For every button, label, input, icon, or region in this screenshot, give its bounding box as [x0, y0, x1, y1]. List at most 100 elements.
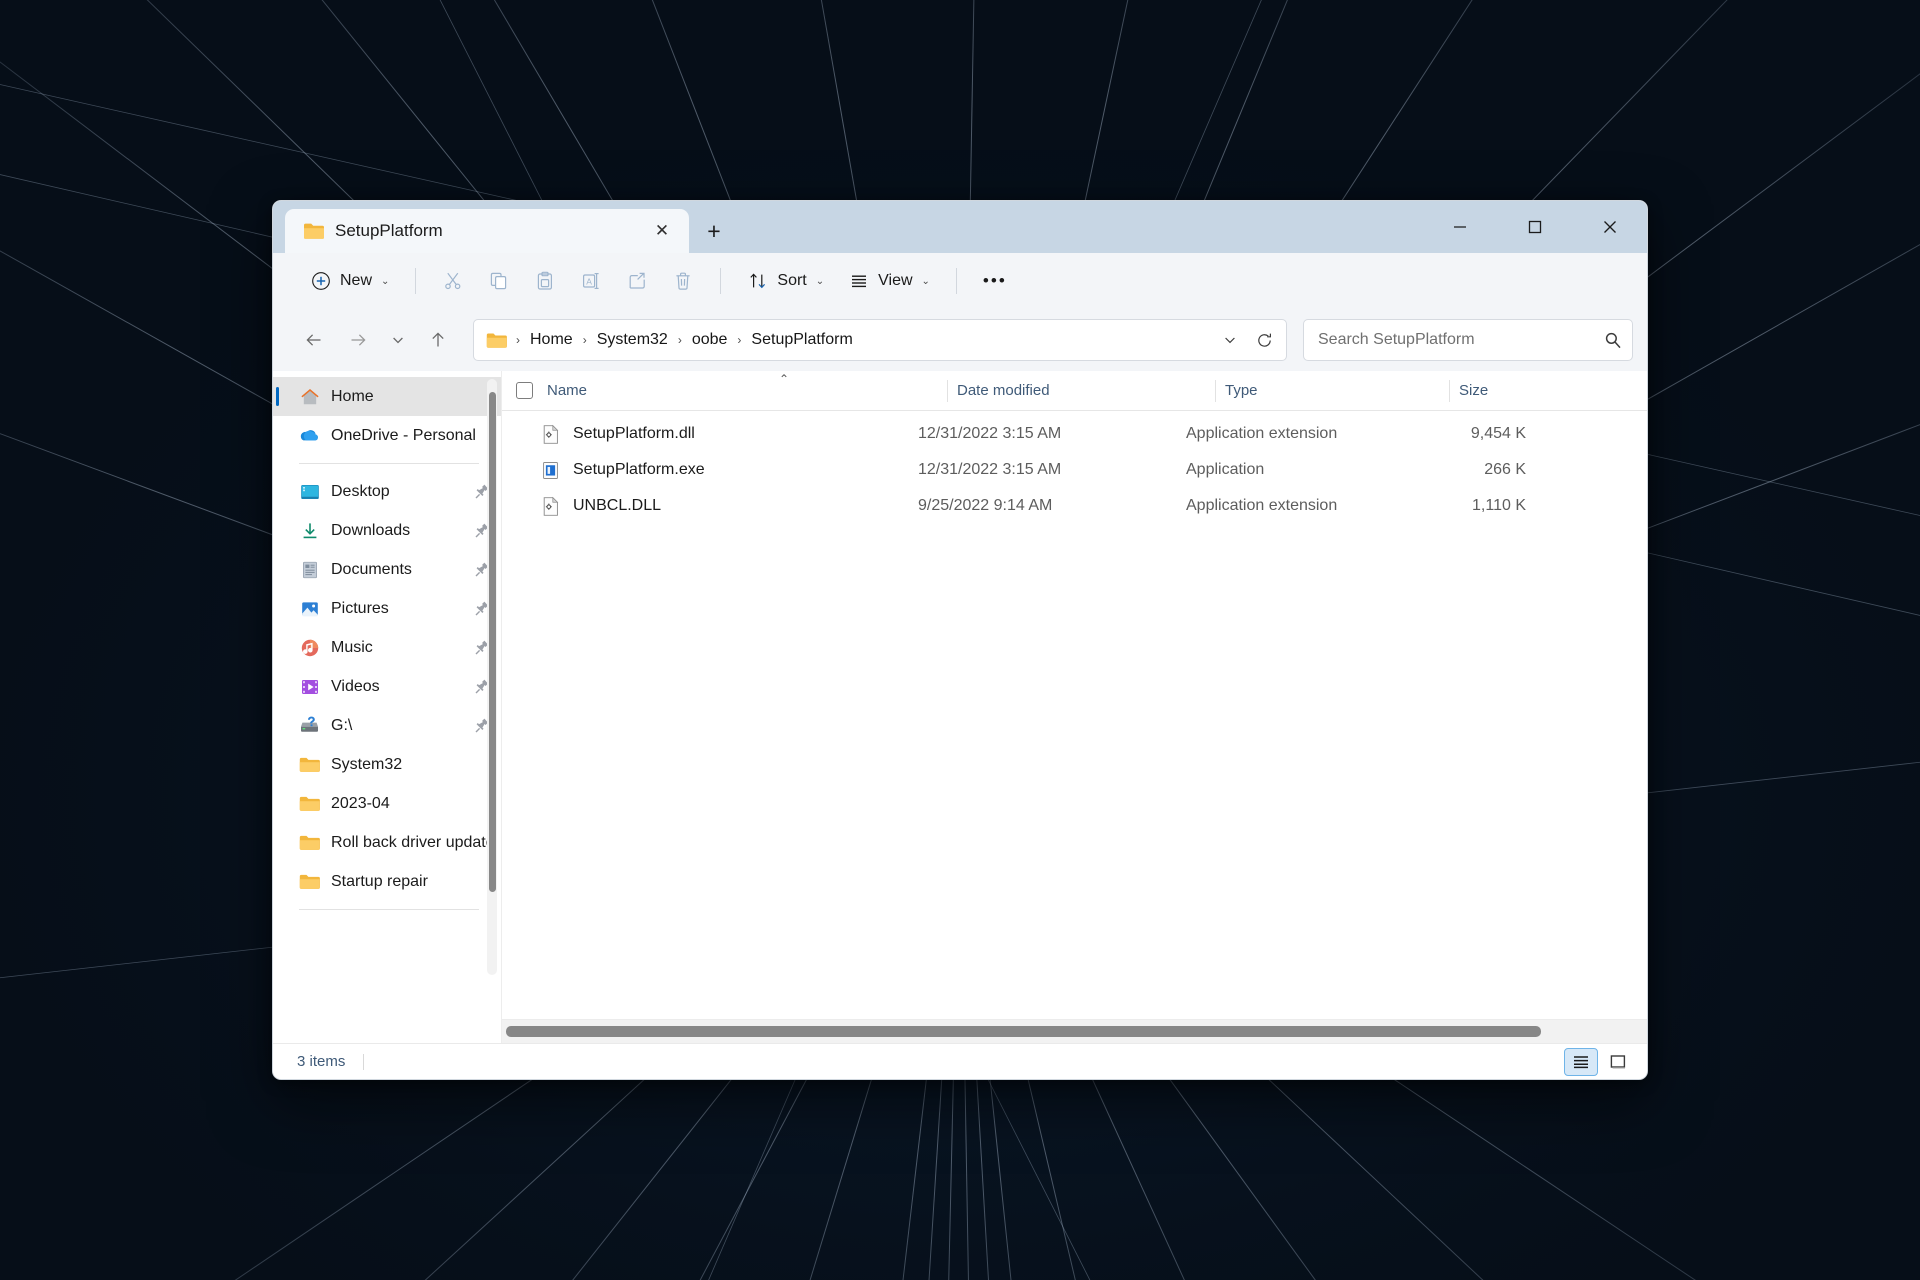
select-all-checkbox[interactable] — [516, 382, 533, 399]
table-row[interactable]: SetupPlatform.dll 12/31/2022 3:15 AM App… — [502, 416, 1647, 452]
sidebar-item-home[interactable]: Home — [273, 377, 501, 416]
sidebar-item-drive-g[interactable]: G:\ — [273, 706, 501, 745]
close-button[interactable] — [1572, 201, 1647, 253]
address-bar[interactable]: › Home › System32 › oobe › SetupPlatform — [473, 319, 1287, 361]
folder-icon — [299, 754, 320, 775]
toolbar-divider-3 — [955, 268, 957, 294]
column-header-date-modified[interactable]: Date modified — [947, 371, 1215, 411]
refresh-button[interactable] — [1248, 324, 1280, 356]
horizontal-scrollbar[interactable] — [502, 1019, 1647, 1043]
sidebar-item-label: Downloads — [331, 521, 411, 539]
trash-icon — [672, 270, 694, 292]
sidebar-divider-2 — [299, 909, 479, 910]
sidebar-item-2023-04[interactable]: 2023-04 — [273, 784, 501, 823]
see-more-button[interactable]: ••• — [972, 261, 1018, 301]
column-header-size[interactable]: Size — [1449, 371, 1569, 411]
file-date-modified: 12/31/2022 3:15 AM — [918, 425, 1062, 442]
details-view-toggle[interactable] — [1564, 1047, 1598, 1076]
view-icon — [848, 270, 870, 292]
paste-button[interactable] — [523, 261, 567, 301]
documents-icon — [299, 559, 320, 580]
folder-icon — [299, 832, 320, 853]
pictures-icon — [299, 598, 320, 619]
tab-setupplatform[interactable]: SetupPlatform ✕ — [285, 209, 689, 253]
sidebar-item-pictures[interactable]: Pictures — [273, 589, 501, 628]
tab-close-icon[interactable]: ✕ — [647, 216, 677, 246]
sidebar-scrollbar-thumb[interactable] — [489, 392, 496, 892]
cut-button[interactable] — [431, 261, 475, 301]
back-button[interactable] — [293, 319, 335, 361]
column-header-label: Name — [547, 382, 588, 399]
close-icon — [1603, 221, 1616, 233]
view-button-label: View — [878, 272, 913, 289]
search-box[interactable] — [1303, 319, 1633, 361]
breadcrumb-item-home[interactable]: Home — [523, 327, 580, 353]
sidebar-item-startup-repair[interactable]: Startup repair — [273, 862, 501, 901]
address-bar-row: › Home › System32 › oobe › SetupPlatform — [273, 309, 1647, 371]
toolbar-divider-2 — [720, 268, 722, 294]
folder-icon — [304, 223, 324, 239]
share-button[interactable] — [615, 261, 659, 301]
sidebar-scrollbar[interactable] — [487, 379, 497, 975]
sidebar-item-roll-back-driver-update[interactable]: Roll back driver update — [273, 823, 501, 862]
column-header-type[interactable]: Type — [1215, 371, 1449, 411]
minimize-button[interactable] — [1422, 201, 1497, 253]
search-icon[interactable] — [1604, 331, 1622, 349]
command-bar: New ⌄ A Sort ⌄ View ⌄ ••• — [273, 253, 1647, 309]
sort-icon — [747, 270, 769, 292]
table-row[interactable]: SetupPlatform.exe 12/31/2022 3:15 AM App… — [502, 452, 1647, 488]
large-icons-view-toggle[interactable] — [1601, 1048, 1635, 1076]
sort-ascending-icon: ⌃ — [779, 371, 790, 386]
sidebar-item-desktop[interactable]: Desktop — [273, 472, 501, 511]
view-button[interactable]: View ⌄ — [837, 261, 941, 301]
dll-file-icon — [543, 424, 559, 444]
sidebar-item-system32[interactable]: System32 — [273, 745, 501, 784]
up-button[interactable] — [417, 319, 459, 361]
maximize-icon — [1528, 220, 1541, 234]
share-icon — [626, 270, 648, 292]
column-header-name[interactable]: Name ⌃ — [547, 371, 947, 411]
exe-file-icon — [543, 461, 558, 479]
sidebar-item-documents[interactable]: Documents — [273, 550, 501, 589]
delete-button[interactable] — [661, 261, 705, 301]
chevron-down-icon: ⌄ — [921, 275, 930, 287]
desktop-icon — [299, 481, 320, 502]
sidebar-item-label: OneDrive - Personal — [331, 426, 476, 444]
toolbar-divider-1 — [415, 268, 417, 294]
sidebar-item-label: System32 — [331, 755, 403, 773]
file-type: Application extension — [1186, 425, 1338, 442]
navigation-pane: Home OneDrive - Personal Desktop Downloa… — [273, 371, 501, 1043]
onedrive-icon — [299, 425, 320, 446]
maximize-button[interactable] — [1497, 201, 1572, 253]
sidebar-item-label: G:\ — [331, 716, 353, 734]
sidebar-item-downloads[interactable]: Downloads — [273, 511, 501, 550]
breadcrumb-item-setupplatform[interactable]: SetupPlatform — [744, 327, 859, 353]
copy-icon — [488, 270, 510, 292]
breadcrumb-separator: › — [677, 333, 682, 347]
sidebar-item-onedrive[interactable]: OneDrive - Personal — [273, 416, 501, 455]
tab-strip: SetupPlatform ✕ + — [273, 201, 737, 253]
address-dropdown-button[interactable] — [1214, 324, 1246, 356]
recent-locations-button[interactable] — [381, 319, 415, 361]
rename-button[interactable]: A — [569, 261, 613, 301]
sidebar-item-videos[interactable]: Videos — [273, 667, 501, 706]
search-input[interactable] — [1318, 331, 1604, 349]
desktop-background: SetupPlatform ✕ + New ⌄ A Sort ⌄ View ⌄ … — [0, 0, 1920, 1280]
music-icon — [299, 637, 320, 658]
sidebar-item-label: Documents — [331, 560, 412, 578]
sidebar-item-label: Desktop — [331, 482, 390, 500]
new-button[interactable]: New ⌄ — [299, 261, 400, 301]
breadcrumb-item-system32[interactable]: System32 — [590, 327, 675, 353]
sidebar-item-label: Startup repair — [331, 872, 428, 890]
copy-button[interactable] — [477, 261, 521, 301]
sidebar-item-music[interactable]: Music — [273, 628, 501, 667]
forward-button[interactable] — [337, 319, 379, 361]
table-row[interactable]: UNBCL.DLL 9/25/2022 9:14 AM Application … — [502, 488, 1647, 524]
horizontal-scrollbar-thumb[interactable] — [506, 1026, 1541, 1037]
file-name: UNBCL.DLL — [573, 497, 662, 514]
breadcrumb-item-oobe[interactable]: oobe — [685, 327, 735, 353]
new-tab-button[interactable]: + — [691, 209, 737, 253]
tab-label: SetupPlatform — [335, 221, 443, 240]
sort-button[interactable]: Sort ⌄ — [736, 261, 835, 301]
downloads-icon — [299, 520, 320, 541]
